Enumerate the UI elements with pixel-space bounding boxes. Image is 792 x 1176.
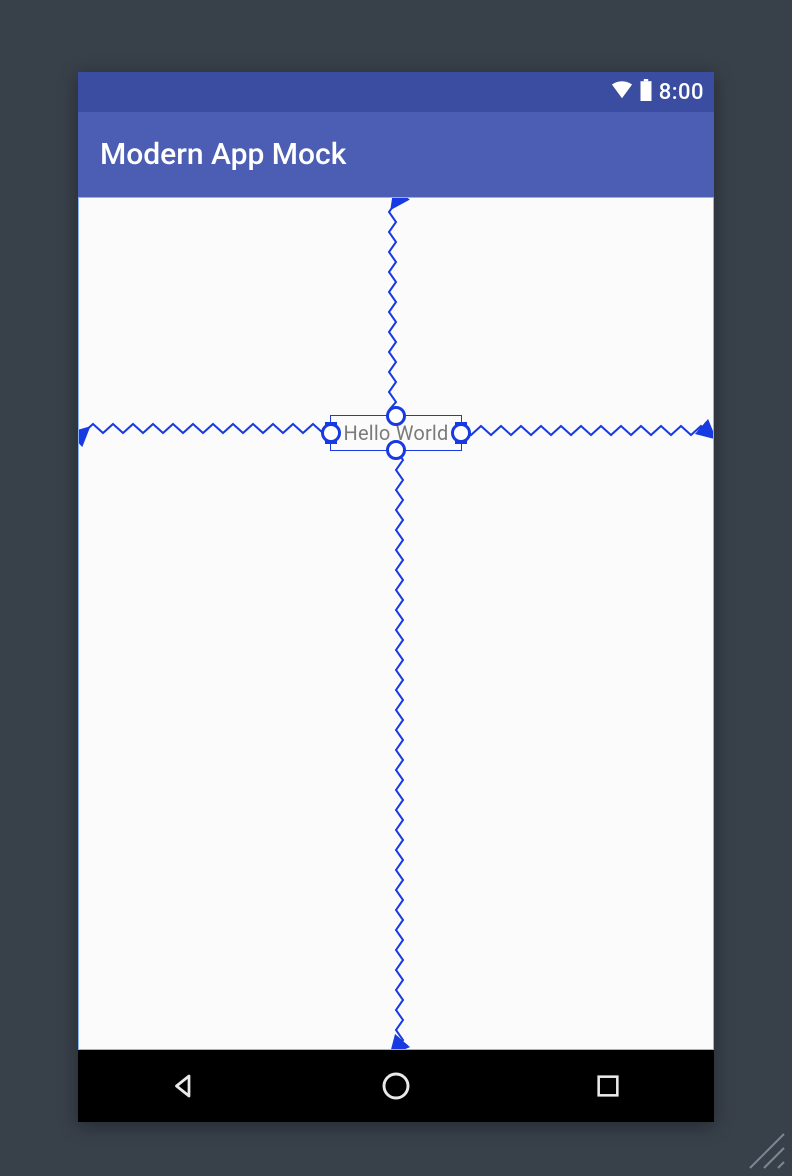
nav-back-button[interactable]: [124, 1050, 244, 1122]
status-time: 8:00: [659, 80, 704, 105]
design-canvas[interactable]: Hello World: [78, 197, 714, 1050]
app-title: Modern App Mock: [100, 137, 346, 172]
constraint-guides: [79, 198, 713, 1049]
status-bar: 8:00: [78, 72, 714, 112]
constraint-handle-right[interactable]: [451, 423, 471, 443]
device-frame: 8:00 Modern App Mock: [78, 72, 714, 1122]
back-icon: [169, 1071, 199, 1101]
status-icons: 8:00: [611, 79, 704, 105]
home-icon: [380, 1070, 412, 1102]
resize-grip[interactable]: [736, 1120, 786, 1170]
battery-icon: [639, 79, 653, 105]
app-bar: Modern App Mock: [78, 112, 714, 197]
recents-icon: [594, 1072, 622, 1100]
nav-home-button[interactable]: [336, 1050, 456, 1122]
textview-widget[interactable]: Hello World: [330, 415, 462, 451]
constraint-handle-left[interactable]: [321, 423, 341, 443]
wifi-icon: [611, 80, 633, 104]
constraint-handle-bottom[interactable]: [386, 440, 406, 460]
nav-recents-button[interactable]: [548, 1050, 668, 1122]
navigation-bar: [78, 1050, 714, 1122]
constraint-handle-top[interactable]: [386, 406, 406, 426]
